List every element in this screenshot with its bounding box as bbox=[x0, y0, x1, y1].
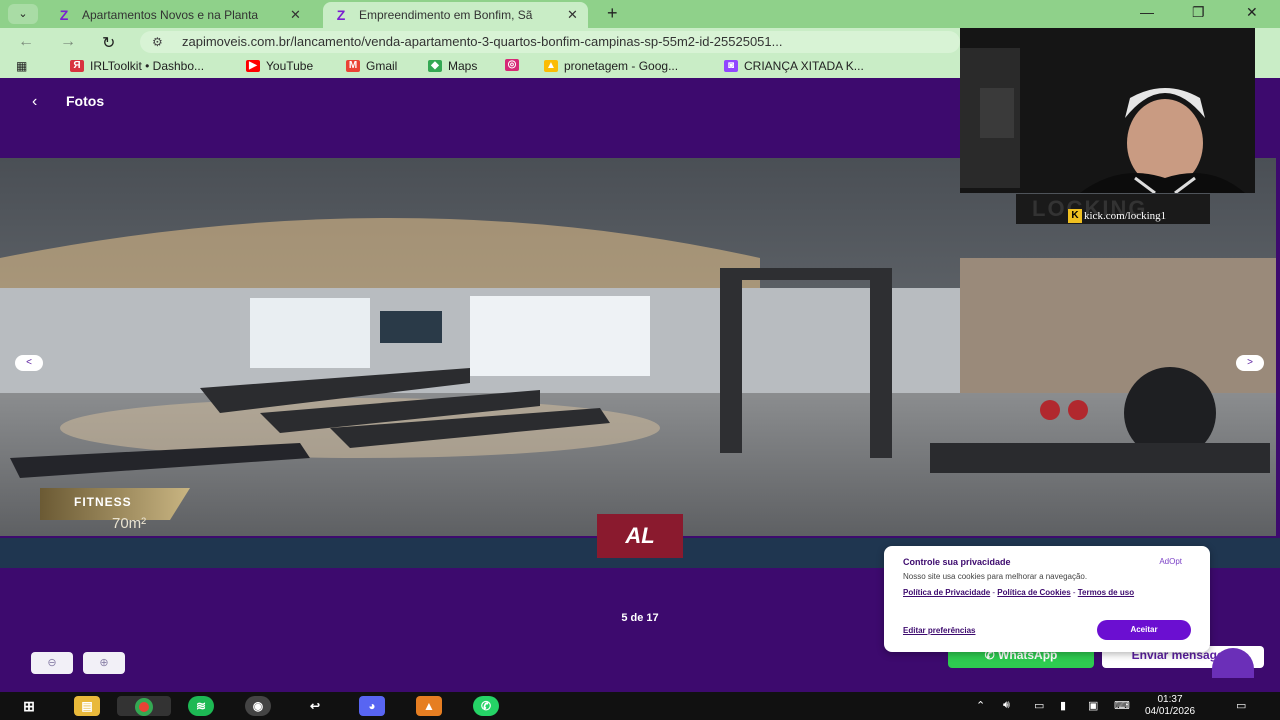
display-icon[interactable]: ▣ bbox=[1088, 699, 1098, 712]
gallery-prev-button[interactable]: < bbox=[15, 355, 43, 371]
cookie-brand: AdOpt bbox=[1159, 557, 1182, 566]
google-drive-icon: ▲ bbox=[544, 60, 558, 72]
browser-tab-active[interactable]: Z Empreendimento em Bonfim, Sã ✕ bbox=[323, 2, 588, 28]
tray-app-icon[interactable]: ▭ bbox=[1034, 699, 1044, 712]
chrome-icon[interactable] bbox=[117, 696, 171, 716]
streamer-camera-image bbox=[960, 28, 1255, 193]
bookmark-youtube[interactable]: ▶ YouTube bbox=[246, 59, 313, 73]
site-info-icon[interactable]: ⚙ bbox=[152, 31, 163, 53]
stream-handle: kick.com/locking1 bbox=[1084, 210, 1167, 222]
terms-link[interactable]: Termos de uso bbox=[1078, 588, 1134, 597]
gallery-next-button[interactable]: > bbox=[1236, 355, 1264, 371]
irltoolkit-icon: Я bbox=[70, 60, 84, 72]
file-explorer-icon[interactable]: ▤ bbox=[74, 696, 100, 716]
bookmark-label: CRIANÇA XITADA K... bbox=[744, 59, 864, 73]
windows-taskbar: ⊞ ▤ ≋ ◉ ↩ ◕ ▲ ✆ ⌃ 🔊︎ ▭ ▮ ▣ ⌨ 01:37 04/01… bbox=[0, 692, 1280, 720]
cookie-title: Controle sua privacidade bbox=[903, 557, 1011, 567]
zoom-out-icon[interactable]: ⊖ bbox=[31, 652, 73, 674]
back-icon[interactable]: ← bbox=[18, 33, 34, 51]
clock-time: 01:37 bbox=[1157, 694, 1183, 705]
bookmark-label: Gmail bbox=[366, 59, 398, 73]
new-tab-icon[interactable]: + bbox=[607, 4, 618, 22]
photo-area: 70m² bbox=[112, 515, 147, 532]
forward-icon[interactable]: → bbox=[60, 33, 76, 51]
chevron-left-icon[interactable]: ‹ bbox=[32, 93, 37, 111]
close-icon[interactable]: ✕ bbox=[290, 7, 301, 23]
accept-cookies-button[interactable]: Aceitar bbox=[1097, 620, 1191, 640]
cookie-policy-link[interactable]: Política de Cookies bbox=[997, 588, 1070, 597]
browser-tab-bar: ⌄ Z Apartamentos Novos e na Planta ✕ Z E… bbox=[0, 0, 1280, 28]
kick-logo-icon: K bbox=[1068, 209, 1082, 223]
youtube-icon: ▶ bbox=[246, 60, 260, 72]
close-icon[interactable]: ✕ bbox=[567, 7, 578, 23]
developer-logo: AL bbox=[597, 514, 683, 558]
privacy-policy-link[interactable]: Política de Privacidade bbox=[903, 588, 990, 597]
browser-tab[interactable]: Z Apartamentos Novos e na Planta ✕ bbox=[46, 2, 311, 28]
system-clock[interactable]: 01:37 04/01/2026 bbox=[1138, 694, 1202, 718]
tab-search-button[interactable]: ⌄ bbox=[8, 4, 38, 24]
bookmark-label: Maps bbox=[448, 59, 478, 73]
obs-icon[interactable]: ◉ bbox=[245, 696, 271, 716]
notification-icon[interactable]: ▭ bbox=[1236, 699, 1246, 712]
tab-title: Empreendimento em Bonfim, Sã bbox=[359, 8, 533, 22]
url-text: zapimoveis.com.br/lancamento/venda-apart… bbox=[182, 34, 783, 49]
bookmark-maps[interactable]: ◆ Maps bbox=[428, 59, 477, 73]
language-icon[interactable]: ⌨ bbox=[1114, 699, 1130, 712]
cookie-links: Política de Privacidade - Política de Co… bbox=[903, 587, 1203, 598]
app-orange-icon[interactable]: ▲ bbox=[416, 696, 442, 716]
windows-start-icon[interactable]: ⊞ bbox=[16, 696, 42, 716]
page-title: Fotos bbox=[66, 93, 105, 109]
twitch-icon: ◙ bbox=[724, 60, 738, 72]
photo-counter: 5 de 17 bbox=[621, 612, 659, 624]
clock-date: 04/01/2026 bbox=[1144, 706, 1196, 717]
spotify-icon[interactable]: ≋ bbox=[188, 696, 214, 716]
stream-handle-badge: LOCKING K kick.com/locking1 bbox=[1016, 194, 1210, 224]
apps-grid-icon[interactable]: ▦ bbox=[16, 59, 27, 73]
cookie-text: Nosso site usa cookies para melhorar a n… bbox=[903, 572, 1088, 581]
bookmark-label: IRLToolkit • Dashbo... bbox=[90, 59, 205, 73]
tray-chevron-icon[interactable]: ⌃ bbox=[976, 699, 985, 712]
restore-icon[interactable]: ❐ bbox=[1192, 4, 1205, 21]
minimize-icon[interactable]: — bbox=[1140, 4, 1154, 20]
edit-preferences-link[interactable]: Editar preferências bbox=[903, 626, 975, 635]
window-close-icon[interactable]: ✕ bbox=[1246, 4, 1258, 21]
bookmark-instagram[interactable]: ◎ bbox=[505, 59, 525, 71]
app-arrow-icon[interactable]: ↩ bbox=[302, 696, 328, 716]
zap-logo-icon: Z bbox=[336, 7, 346, 23]
photo-label: FITNESS bbox=[74, 495, 132, 509]
instagram-icon: ◎ bbox=[505, 59, 519, 71]
bookmark-gmail[interactable]: M Gmail bbox=[346, 59, 397, 73]
bookmark-label: pronetagem - Goog... bbox=[564, 59, 679, 73]
reload-icon[interactable]: ↻ bbox=[102, 33, 115, 53]
cookie-consent-banner: Controle sua privacidade AdOpt Nosso sit… bbox=[884, 546, 1210, 652]
webcam-overlay bbox=[960, 28, 1255, 193]
discord-icon[interactable]: ◕ bbox=[359, 696, 385, 716]
bookmark-irltoolkit[interactable]: Я IRLToolkit • Dashbo... bbox=[70, 59, 204, 73]
bookmark-label: YouTube bbox=[266, 59, 314, 73]
zoom-in-icon[interactable]: ⊕ bbox=[83, 652, 125, 674]
bookmark-twitch[interactable]: ◙ CRIANÇA XITADA K... bbox=[724, 59, 864, 73]
network-icon[interactable]: ▮ bbox=[1060, 699, 1066, 712]
maps-icon: ◆ bbox=[428, 60, 442, 72]
zap-logo-icon: Z bbox=[59, 7, 69, 23]
whatsapp-app-icon[interactable]: ✆ bbox=[473, 696, 499, 716]
tab-title: Apartamentos Novos e na Planta bbox=[82, 8, 259, 22]
gmail-icon: M bbox=[346, 60, 360, 72]
bookmark-drive[interactable]: ▲ pronetagem - Goog... bbox=[544, 59, 678, 73]
url-input[interactable]: ⚙ zapimoveis.com.br/lancamento/venda-apa… bbox=[140, 31, 960, 53]
volume-icon[interactable]: 🔊︎ bbox=[1003, 699, 1010, 712]
